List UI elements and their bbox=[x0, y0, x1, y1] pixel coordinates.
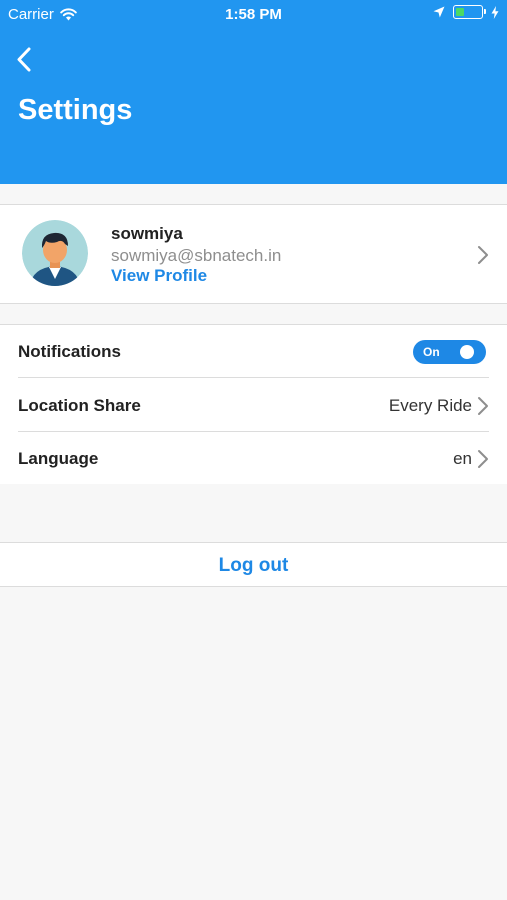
status-time: 1:58 PM bbox=[225, 6, 282, 23]
chevron-right-icon bbox=[478, 450, 488, 468]
location-share-row[interactable]: Location Share Every Ride bbox=[0, 379, 507, 432]
logout-label: Log out bbox=[218, 555, 289, 576]
status-bar: Carrier 1:58 PM bbox=[0, 0, 507, 28]
profile-name: sowmiya bbox=[111, 224, 183, 243]
view-profile-link[interactable]: View Profile bbox=[111, 266, 207, 286]
location-arrow-icon bbox=[433, 6, 445, 18]
page-title: Settings bbox=[18, 94, 133, 126]
header: Carrier 1:58 PM Settings bbox=[0, 0, 507, 184]
notifications-row: Notifications On bbox=[0, 325, 507, 378]
chevron-right-icon bbox=[478, 246, 488, 264]
language-row[interactable]: Language en bbox=[0, 432, 507, 485]
location-share-label: Location Share bbox=[18, 396, 141, 415]
location-share-value: Every Ride bbox=[388, 396, 472, 415]
notifications-label: Notifications bbox=[18, 342, 121, 361]
back-button[interactable] bbox=[14, 44, 42, 76]
profile-card[interactable]: sowmiya sowmiya@sbnatech.in View Profile bbox=[0, 204, 507, 304]
divider bbox=[18, 377, 489, 378]
battery-level bbox=[456, 8, 465, 16]
profile-email: sowmiya@sbnatech.in bbox=[111, 246, 282, 265]
settings-list: Notifications On Location Share Every Ri… bbox=[0, 324, 507, 484]
chevron-left-icon bbox=[17, 47, 31, 72]
user-avatar-icon bbox=[22, 220, 88, 286]
battery-icon bbox=[453, 5, 486, 19]
chevron-right-icon bbox=[478, 397, 488, 415]
language-label: Language bbox=[18, 449, 99, 468]
toggle-knob bbox=[460, 345, 474, 359]
logout-button[interactable]: Log out bbox=[0, 542, 507, 587]
toggle-label: On bbox=[423, 345, 440, 359]
language-value: en bbox=[453, 449, 472, 468]
notifications-toggle[interactable]: On bbox=[413, 340, 486, 364]
status-icons bbox=[433, 5, 499, 19]
charging-bolt-icon bbox=[491, 5, 499, 19]
